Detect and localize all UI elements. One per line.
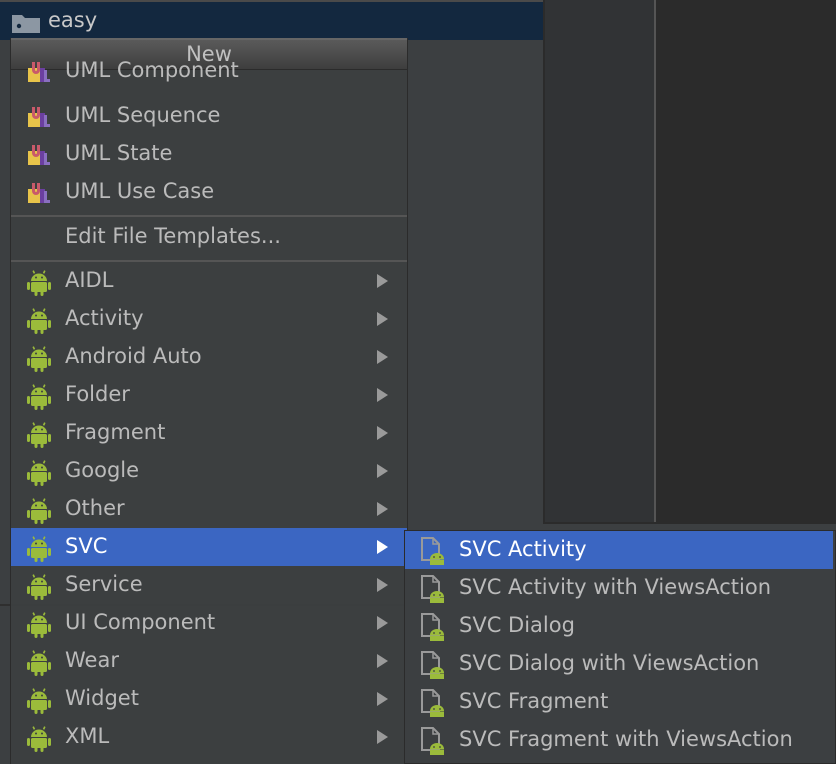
svc-submenu: SVC Activity SVC Activity with ViewsActio… <box>404 530 836 764</box>
menu-item-label: UML Use Case <box>65 179 215 203</box>
android-file-icon <box>419 727 445 755</box>
new-menu: New UML Component UML Sequence UML State UM… <box>10 38 408 764</box>
android-icon <box>27 498 51 524</box>
menu-item-edit-file-templates[interactable]: Edit File Templates... <box>11 218 407 256</box>
android-file-icon <box>419 613 445 641</box>
android-icon <box>27 612 51 638</box>
menu-item-label: Service <box>65 572 143 596</box>
submenu-arrow-icon <box>377 312 388 326</box>
submenu-arrow-icon <box>377 464 388 478</box>
android-icon <box>27 460 51 486</box>
android-icon <box>27 574 51 600</box>
menu-item-label: Edit File Templates... <box>65 224 281 248</box>
menu-item-label: SVC Dialog <box>459 613 575 637</box>
android-icon <box>27 650 51 676</box>
android-file-icon <box>419 651 445 679</box>
editor-area <box>656 0 836 522</box>
submenu-arrow-icon <box>377 654 388 668</box>
menu-item-folder[interactable]: Folder <box>11 376 407 414</box>
menu-item-label: UML Sequence <box>65 103 221 127</box>
menu-item-service[interactable]: Service <box>11 566 407 604</box>
menu-item-label: SVC Activity <box>459 537 587 561</box>
android-file-icon <box>419 689 445 717</box>
menu-item-svc[interactable]: SVC <box>11 528 407 566</box>
menu-item-label: Fragment <box>65 420 166 444</box>
menu-item-label: UI Component <box>65 610 216 634</box>
uml-icon <box>27 60 51 84</box>
android-file-icon <box>419 575 445 603</box>
menu-item-label: Activity <box>65 306 144 330</box>
menu-item-label: XML <box>65 724 110 748</box>
uml-icon <box>27 105 51 129</box>
menu-item-uml-component[interactable]: UML Component <box>11 52 407 90</box>
side-panel <box>543 0 654 522</box>
android-icon <box>27 346 51 372</box>
uml-icon <box>27 181 51 205</box>
menu-item-label: Android Auto <box>65 344 202 368</box>
menu-item-label: SVC <box>65 534 108 558</box>
menu-item-aidl[interactable]: AIDL <box>11 262 407 300</box>
menu-item-fragment[interactable]: Fragment <box>11 414 407 452</box>
menu-item-other[interactable]: Other <box>11 490 407 528</box>
submenu-arrow-icon <box>377 578 388 592</box>
submenu-arrow-icon <box>377 350 388 364</box>
submenu-item-svc-dialog[interactable]: SVC Dialog <box>405 607 833 645</box>
folder-icon <box>12 15 40 33</box>
android-icon <box>27 384 51 410</box>
tree-item-easy[interactable]: easy <box>0 2 543 40</box>
menu-item-label: SVC Fragment <box>459 689 609 713</box>
android-icon <box>27 536 51 562</box>
menu-item-uml-sequence[interactable]: UML Sequence <box>11 97 407 135</box>
submenu-item-svc-dialog-with-viewsaction[interactable]: SVC Dialog with ViewsAction <box>405 645 833 683</box>
tree-item-label: easy <box>48 8 98 32</box>
submenu-arrow-icon <box>377 388 388 402</box>
menu-item-label: Folder <box>65 382 130 406</box>
menu-item-ui-component[interactable]: UI Component <box>11 604 407 642</box>
uml-icon <box>27 143 51 167</box>
menu-item-label: SVC Fragment with ViewsAction <box>459 727 793 751</box>
menu-item-label: SVC Dialog with ViewsAction <box>459 651 760 675</box>
menu-item-android-auto[interactable]: Android Auto <box>11 338 407 376</box>
submenu-arrow-icon <box>377 540 388 554</box>
menu-item-activity[interactable]: Activity <box>11 300 407 338</box>
menu-item-label: SVC Activity with ViewsAction <box>459 575 772 599</box>
android-icon <box>27 308 51 334</box>
menu-item-wear[interactable]: Wear <box>11 642 407 680</box>
menu-item-label: Google <box>65 458 140 482</box>
menu-item-widget[interactable]: Widget <box>11 680 407 718</box>
submenu-item-svc-fragment[interactable]: SVC Fragment <box>405 683 833 721</box>
menu-item-label: AIDL <box>65 268 114 292</box>
menu-item-label: Widget <box>65 686 139 710</box>
menu-item-uml-use-case[interactable]: UML Use Case <box>11 173 407 211</box>
menu-item-google[interactable]: Google <box>11 452 407 490</box>
menu-separator <box>11 215 407 217</box>
submenu-arrow-icon <box>377 616 388 630</box>
android-icon <box>27 688 51 714</box>
submenu-arrow-icon <box>377 502 388 516</box>
menu-item-label: UML State <box>65 141 173 165</box>
submenu-arrow-icon <box>377 692 388 706</box>
menu-item-label: Wear <box>65 648 119 672</box>
menu-item-label: UML Component <box>65 58 239 82</box>
submenu-item-svc-activity[interactable]: SVC Activity <box>405 531 833 569</box>
submenu-item-svc-fragment-with-viewsaction[interactable]: SVC Fragment with ViewsAction <box>405 721 833 759</box>
submenu-arrow-icon <box>377 730 388 744</box>
submenu-arrow-icon <box>377 426 388 440</box>
menu-item-uml-state[interactable]: UML State <box>11 135 407 173</box>
android-icon <box>27 270 51 296</box>
android-file-icon <box>419 537 445 565</box>
android-icon <box>27 726 51 752</box>
android-icon <box>27 422 51 448</box>
menu-item-label: Other <box>65 496 125 520</box>
submenu-item-svc-activity-with-viewsaction[interactable]: SVC Activity with ViewsAction <box>405 569 833 607</box>
submenu-arrow-icon <box>377 274 388 288</box>
menu-item-xml[interactable]: XML <box>11 718 407 756</box>
